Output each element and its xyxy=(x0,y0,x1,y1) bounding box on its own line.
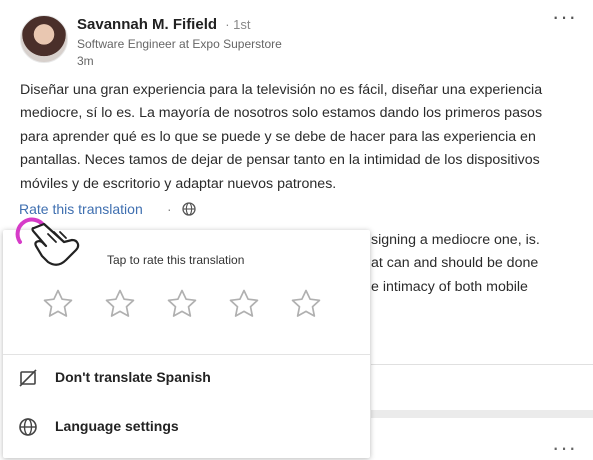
star-icon-4[interactable] xyxy=(227,287,261,321)
star-icon-2[interactable] xyxy=(103,287,137,321)
author-line: Savannah M. Fifield · 1st xyxy=(77,16,251,33)
author-name[interactable]: Savannah M. Fifield xyxy=(77,16,217,33)
menu-item-label: Don't translate Spanish xyxy=(55,369,211,385)
more-options-icon[interactable]: ··· xyxy=(552,6,577,28)
star-rating xyxy=(41,287,341,323)
globe-icon xyxy=(19,418,37,436)
more-options-icon[interactable]: ··· xyxy=(552,437,577,459)
original-text-line: signing a mediocre one, is. xyxy=(371,232,540,248)
globe-icon[interactable] xyxy=(181,201,197,217)
original-post-text: signing a mediocre one, is. at can and s… xyxy=(371,229,586,299)
menu-item-label: Language settings xyxy=(55,418,179,434)
dont-translate-spanish-item[interactable]: Don't translate Spanish xyxy=(3,358,370,398)
rate-separator: · xyxy=(167,201,172,217)
translated-post-text: Diseñar una gran experiencia para la tel… xyxy=(20,82,543,192)
popup-divider xyxy=(3,354,370,355)
star-icon-5[interactable] xyxy=(289,287,323,321)
connection-degree: · 1st xyxy=(225,17,251,32)
star-icon-1[interactable] xyxy=(41,287,75,321)
post-timestamp: 3m xyxy=(77,54,94,68)
author-headline: Software Engineer at Expo Superstore xyxy=(77,37,282,51)
original-text-line: e intimacy of both mobile xyxy=(371,278,528,295)
feed-separator xyxy=(371,410,593,418)
avatar[interactable] xyxy=(20,15,68,63)
language-settings-item[interactable]: Language settings xyxy=(3,407,370,447)
star-icon-3[interactable] xyxy=(165,287,199,321)
popup-title: Tap to rate this translation xyxy=(107,253,245,267)
tap-gesture-icon xyxy=(15,217,80,266)
divider xyxy=(371,364,593,365)
original-text-line: at can and should be done xyxy=(371,255,539,272)
no-translate-icon xyxy=(19,369,37,387)
